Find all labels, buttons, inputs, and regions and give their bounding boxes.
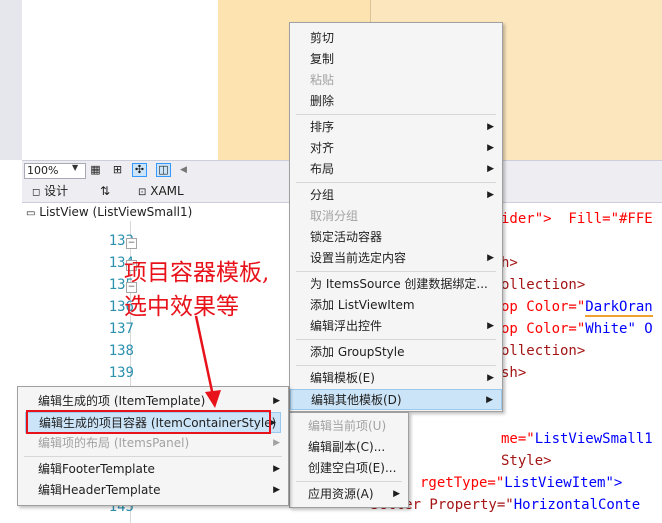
scroll-left-icon[interactable]: ◀ xyxy=(176,163,191,177)
menu-separator xyxy=(296,182,496,183)
menu-item-create-empty[interactable]: 创建空白项(E)... xyxy=(290,458,408,479)
chevron-right-icon: ▶ xyxy=(487,253,494,263)
code-line: ider"> Fill="#FFE xyxy=(501,211,653,227)
chevron-right-icon: ▶ xyxy=(487,122,494,132)
menu-item-delete[interactable]: 删除 xyxy=(290,91,502,112)
snap-grid-icon[interactable]: ⊞ xyxy=(110,163,125,177)
highlight-box xyxy=(26,410,271,434)
code-line: ollection> xyxy=(501,277,586,293)
artboard-icon[interactable]: ✣ xyxy=(132,163,147,177)
code-line: sh> xyxy=(501,365,527,381)
chevron-right-icon: ▶ xyxy=(487,143,494,153)
chevron-right-icon: ▶ xyxy=(487,190,494,200)
code-line: ollection> xyxy=(501,343,586,359)
chevron-right-icon: ▶ xyxy=(273,464,280,474)
menu-item-paste[interactable]: 粘贴 xyxy=(290,70,502,91)
code-line: Style> xyxy=(501,453,552,469)
menu-separator xyxy=(296,481,402,482)
design-icon: ◻ xyxy=(32,187,41,198)
menu-separator xyxy=(296,114,496,115)
menu-item-add-listviewitem[interactable]: 添加 ListViewItem xyxy=(290,295,502,316)
line-number: 139 xyxy=(108,365,134,381)
menu-item-edit-flyout[interactable]: 编辑浮出控件 ▶ xyxy=(290,316,502,337)
menu-item-items-panel[interactable]: 编辑项的布局 (ItemsPanel) ▶ xyxy=(18,433,288,454)
menu-item-layout[interactable]: 布局 ▶ xyxy=(290,159,502,180)
menu-item-item-template[interactable]: 编辑生成的项 (ItemTemplate) ▶ xyxy=(18,391,288,412)
menu-item-set-current-selection[interactable]: 设置当前选定内容 ▶ xyxy=(290,248,502,269)
menu-item-apply-resource[interactable]: 应用资源(A) ▶ xyxy=(290,484,408,505)
code-line: me="ListViewSmall1 xyxy=(501,431,653,447)
menu-item-add-groupstyle[interactable]: 添加 GroupStyle xyxy=(290,342,502,363)
listview-icon: ▭ xyxy=(26,208,36,219)
menu-separator xyxy=(296,365,496,366)
code-line: op Color="DarkOran xyxy=(501,299,653,317)
path-selector: ListView (ListViewSmall1) xyxy=(39,205,193,219)
menu-item-edit-current[interactable]: 编辑当前项(U) xyxy=(290,416,408,437)
chevron-right-icon: ▶ xyxy=(487,164,494,174)
code-line: h> xyxy=(501,255,518,271)
tab-xaml[interactable]: ⊡ XAML xyxy=(138,180,184,202)
chevron-right-icon: ▶ xyxy=(393,489,400,499)
xaml-icon: ⊡ xyxy=(138,187,147,198)
menu-item-order[interactable]: 排序 ▶ xyxy=(290,117,502,138)
menu-separator xyxy=(296,339,496,340)
line-number: 133 xyxy=(108,233,134,249)
menu-item-bind-itemssource[interactable]: 为 ItemsSource 创建数据绑定... xyxy=(290,274,502,295)
menu-separator xyxy=(296,271,496,272)
fold-toggle-icon[interactable]: − xyxy=(126,238,137,249)
grid-icon[interactable]: ▦ xyxy=(88,163,103,177)
chevron-down-icon[interactable]: ▼ xyxy=(72,163,78,172)
menu-item-edit-copy[interactable]: 编辑副本(C)... xyxy=(290,437,408,458)
menu-item-footer-template[interactable]: 编辑FooterTemplate ▶ xyxy=(18,459,288,480)
chevron-right-icon: ▶ xyxy=(487,373,494,383)
left-strip xyxy=(0,0,22,160)
chevron-right-icon: ▶ xyxy=(487,321,494,331)
code-line: rgetType="ListViewItem"> xyxy=(420,475,623,491)
menu-item-edit-template[interactable]: 编辑模板(E) ▶ xyxy=(290,368,502,389)
zoom-value: 100% xyxy=(27,164,59,177)
menu-item-lock-container[interactable]: 锁定活动容器 xyxy=(290,227,502,248)
chevron-right-icon: ▶ xyxy=(486,395,493,405)
menu-separator xyxy=(24,456,282,457)
menu-item-ungroup[interactable]: 取消分组 xyxy=(290,206,502,227)
chevron-right-icon: ▶ xyxy=(273,438,280,448)
other-templates-submenu: 编辑生成的项 (ItemTemplate) ▶ 编辑生成的项目容器 (ItemCo… xyxy=(17,386,289,506)
chevron-right-icon: ▶ xyxy=(273,485,280,495)
menu-item-align[interactable]: 对齐 ▶ xyxy=(290,138,502,159)
tab-design[interactable]: ◻ 设计 xyxy=(32,180,68,202)
chevron-right-icon: ▶ xyxy=(273,396,280,406)
menu-item-group[interactable]: 分组 ▶ xyxy=(290,185,502,206)
menu-item-header-template[interactable]: 编辑HeaderTemplate ▶ xyxy=(18,480,288,501)
context-menu: 剪切 复制 粘贴 删除 排序 ▶ 对齐 ▶ 布局 ▶ 分组 ▶ 取消分组 锁定活动容器 … xyxy=(289,22,503,412)
menu-item-cut[interactable]: 剪切 xyxy=(290,28,502,49)
menu-item-copy[interactable]: 复制 xyxy=(290,49,502,70)
swap-panes-button[interactable]: ⇅ xyxy=(100,180,110,202)
template-submenu: 编辑当前项(U) 编辑副本(C)... 创建空白项(E)... 应用资源(A) ▶ xyxy=(289,412,409,508)
menu-item-edit-other-templates[interactable]: 编辑其他模板(D) ▶ xyxy=(290,389,502,410)
code-line: op Color="White" O xyxy=(501,321,653,337)
line-number: 138 xyxy=(108,343,134,359)
snap-lines-icon[interactable]: ◫ xyxy=(156,163,171,177)
